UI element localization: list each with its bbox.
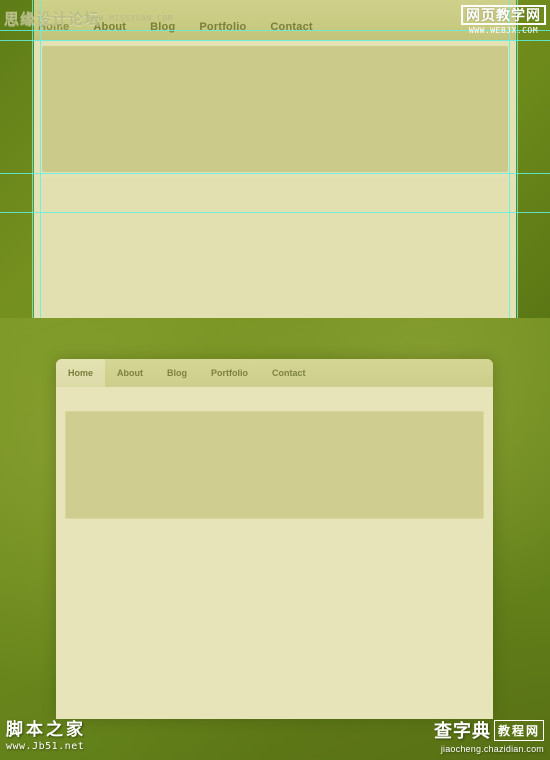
top-hero-block — [42, 46, 508, 172]
mock-nav-item-blog[interactable]: Blog — [155, 359, 199, 387]
screenshot-root: Home About Blog Portfolio Contact Home A… — [0, 0, 550, 760]
mock-nav-item-about[interactable]: About — [105, 359, 155, 387]
guide-vertical-left-inner — [40, 0, 41, 318]
guide-horizontal-hero-bottom — [0, 173, 550, 174]
top-nav-item-about[interactable]: About — [93, 21, 126, 33]
mock-nav-list: Home About Blog Portfolio Contact — [56, 359, 318, 387]
top-navigation-bar: Home About Blog Portfolio Contact — [34, 0, 516, 40]
guide-vertical-right-outer — [517, 0, 518, 318]
top-nav-list: Home About Blog Portfolio Contact — [34, 14, 516, 40]
guide-horizontal-nav-bottom — [0, 40, 550, 41]
guide-horizontal-nav-top — [0, 30, 550, 31]
mock-navigation-bar: Home About Blog Portfolio Contact — [56, 359, 493, 387]
top-nav-item-home[interactable]: Home — [38, 21, 69, 33]
top-nav-item-portfolio[interactable]: Portfolio — [199, 21, 246, 33]
guide-vertical-left-outer — [32, 0, 33, 318]
top-nav-item-contact[interactable]: Contact — [270, 21, 312, 33]
photoshop-workspace: Home About Blog Portfolio Contact LAYERS… — [0, 318, 550, 760]
top-content-block — [42, 178, 508, 318]
guide-horizontal-content — [0, 212, 550, 213]
guide-vertical-right-inner — [509, 0, 510, 318]
mock-nav-item-portfolio[interactable]: Portfolio — [199, 359, 260, 387]
mock-website-window: Home About Blog Portfolio Contact — [56, 359, 493, 719]
mock-nav-item-contact[interactable]: Contact — [260, 359, 318, 387]
top-nav-item-blog[interactable]: Blog — [150, 21, 175, 33]
mock-hero-block — [65, 411, 484, 519]
top-design-preview: Home About Blog Portfolio Contact — [0, 0, 550, 318]
mock-nav-item-home[interactable]: Home — [56, 359, 106, 387]
